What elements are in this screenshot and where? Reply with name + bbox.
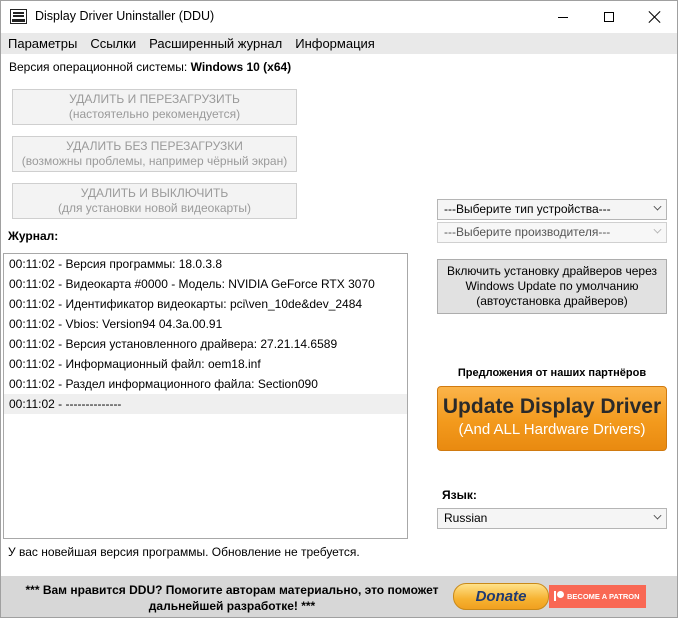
menu-item-settings[interactable]: Параметры (1, 33, 83, 54)
minimize-button[interactable] (540, 1, 586, 33)
language-value: Russian (444, 511, 488, 525)
log-entry-selected[interactable]: 00:11:02 - -------------- (4, 394, 407, 414)
log-entry[interactable]: 00:11:02 - Идентификатор видеокарты: pci… (4, 294, 407, 314)
app-window: Display Driver Uninstaller (DDU) Парамет… (0, 0, 678, 618)
clean-and-shutdown-button[interactable]: УДАЛИТЬ И ВЫКЛЮЧИТЬ (для установки новой… (12, 183, 297, 219)
log-entry[interactable]: 00:11:02 - Информационный файл: oem18.in… (4, 354, 407, 374)
chevron-down-icon (653, 225, 662, 234)
maximize-icon (604, 12, 614, 22)
footer-bar: *** Вам нравится DDU? Помогите авторам м… (1, 576, 677, 617)
log-entry[interactable]: 00:11:02 - Vbios: Version94 04.3a.00.91 (4, 314, 407, 334)
log-entry[interactable]: 00:11:02 - Видеокарта #0000 - Модель: NV… (4, 274, 407, 294)
vendor-select[interactable]: ---Выберите производителя--- (437, 222, 667, 243)
button-line: Windows Update по умолчанию (465, 279, 639, 293)
log-entry[interactable]: 00:11:02 - Версия программы: 18.0.3.8 (4, 254, 407, 274)
donation-message-line: дальнейшей разработке! *** (148, 599, 316, 613)
clean-no-restart-button[interactable]: УДАЛИТЬ БЕЗ ПЕРЕЗАГРУЗКИ (возможны пробл… (12, 136, 297, 172)
language-label: Язык: (442, 488, 477, 502)
vendor-value: ---Выберите производителя--- (444, 225, 611, 239)
device-type-value: ---Выберите тип устройства--- (444, 202, 611, 216)
language-select[interactable]: Russian (437, 508, 667, 529)
button-line: (автоустановка драйверов) (476, 294, 628, 308)
button-line: Включить установку драйверов через (447, 264, 657, 278)
log-entry[interactable]: 00:11:02 - Версия установленного драйвер… (4, 334, 407, 354)
button-title: УДАЛИТЬ И ПЕРЕЗАГРУЗИТЬ (69, 92, 240, 106)
partners-label: Предложения от наших партнёров (457, 367, 647, 379)
enable-windows-update-button[interactable]: Включить установку драйверов через Windo… (437, 259, 667, 314)
os-version: Версия операционной системы: Windows 10 … (9, 60, 291, 74)
close-button[interactable] (631, 1, 677, 33)
window-title: Display Driver Uninstaller (DDU) (35, 9, 215, 23)
become-patron-label: BECOME A PATRON (567, 592, 640, 601)
donation-message: *** Вам нравится DDU? Помогите авторам м… (21, 582, 443, 614)
close-icon (648, 11, 660, 23)
patreon-icon (554, 591, 564, 601)
menu-item-links[interactable]: Ссылки (83, 33, 142, 54)
menu-item-info[interactable]: Информация (288, 33, 381, 54)
minimize-icon (558, 16, 568, 18)
app-icon (10, 9, 27, 24)
log-list[interactable]: 00:11:02 - Версия программы: 18.0.3.8 00… (3, 253, 408, 539)
button-subtitle: (настоятельно рекомендуется) (68, 107, 241, 121)
update-status: У вас новейшая версия программы. Обновле… (8, 545, 360, 559)
ad-subtitle: (And ALL Hardware Drivers) (458, 421, 646, 438)
menu-bar: Параметры Ссылки Расширенный журнал Инфо… (1, 33, 677, 54)
update-driver-ad-banner[interactable]: Update Display Driver (And ALL Hardware … (437, 386, 667, 451)
title-bar: Display Driver Uninstaller (DDU) (1, 1, 677, 33)
log-entry[interactable]: 00:11:02 - Раздел информационного файла:… (4, 374, 407, 394)
chevron-down-icon (653, 511, 662, 520)
button-subtitle: (возможны проблемы, например чёрный экра… (21, 154, 288, 168)
device-type-select[interactable]: ---Выберите тип устройства--- (437, 199, 667, 220)
maximize-button[interactable] (586, 1, 632, 33)
donate-button[interactable]: Donate (453, 583, 549, 610)
os-version-value: Windows 10 (x64) (190, 60, 292, 74)
button-title: УДАЛИТЬ БЕЗ ПЕРЕЗАГРУЗКИ (66, 139, 243, 153)
chevron-down-icon (653, 202, 662, 211)
button-title: УДАЛИТЬ И ВЫКЛЮЧИТЬ (80, 186, 229, 200)
clean-and-restart-button[interactable]: УДАЛИТЬ И ПЕРЕЗАГРУЗИТЬ (настоятельно ре… (12, 89, 297, 125)
menu-item-advanced-log[interactable]: Расширенный журнал (142, 33, 288, 54)
button-subtitle: (для установки новой видеокарты) (57, 201, 252, 215)
journal-label: Журнал: (8, 229, 59, 243)
donation-message-line: *** Вам нравится DDU? Помогите авторам м… (25, 583, 439, 597)
os-version-label: Версия операционной системы: (9, 60, 188, 74)
ad-title: Update Display Driver (442, 395, 662, 418)
become-patron-button[interactable]: BECOME A PATRON (549, 585, 646, 608)
